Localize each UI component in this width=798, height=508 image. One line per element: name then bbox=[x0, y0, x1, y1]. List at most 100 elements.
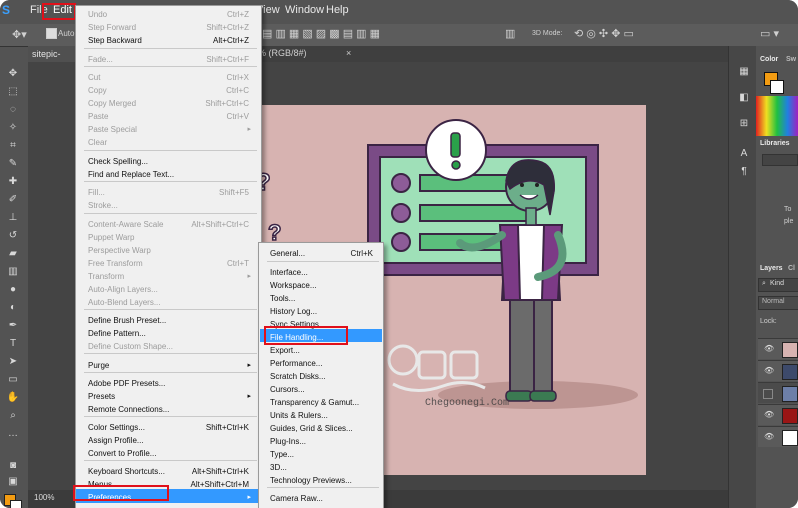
blend-mode-select[interactable]: Normal bbox=[758, 296, 798, 310]
channels-panel-tab[interactable]: Cl bbox=[788, 265, 795, 272]
color-panel-background[interactable] bbox=[770, 80, 784, 94]
move-tool-icon[interactable]: ✥▾ bbox=[12, 28, 27, 41]
gradient-icon[interactable]: ▥ bbox=[6, 266, 20, 278]
layer-row[interactable]: 👁 bbox=[758, 404, 798, 425]
pref-item-history-log[interactable]: History Log... bbox=[270, 305, 379, 318]
3d-controls-icons[interactable]: ⟲ ◎ ✣ ✥ ▭ bbox=[574, 27, 634, 40]
swatches-panel-tab[interactable]: Sw bbox=[786, 56, 796, 63]
layer-visibility-box[interactable] bbox=[763, 389, 773, 399]
menu-item-label: Cut bbox=[88, 73, 101, 82]
crop-icon[interactable]: ⌗ bbox=[6, 140, 20, 152]
eye-icon[interactable]: 👁 bbox=[764, 410, 774, 419]
hand-icon[interactable]: ✋ bbox=[6, 392, 20, 404]
edit-menu-item-assign-profile[interactable]: Assign Profile... bbox=[88, 434, 253, 447]
close-tab-icon[interactable]: × bbox=[346, 48, 351, 58]
pref-item-units-rulers[interactable]: Units & Rulers... bbox=[270, 409, 379, 422]
edit-menu-item-remote-connections[interactable]: Remote Connections... bbox=[88, 403, 253, 416]
pref-item-scratch-disks[interactable]: Scratch Disks... bbox=[270, 370, 379, 383]
layers-panel-tab[interactable]: Layers bbox=[760, 265, 783, 272]
pref-item-camera-raw[interactable]: Camera Raw... bbox=[270, 492, 379, 505]
pref-item-export[interactable]: Export... bbox=[270, 344, 379, 357]
edit-menu-item-adobe-pdf-presets[interactable]: Adobe PDF Presets... bbox=[88, 377, 253, 390]
move-icon[interactable]: ✥ bbox=[6, 68, 20, 80]
menu-item-label: Copy bbox=[88, 86, 107, 95]
edit-menu-item-convert-to-profile[interactable]: Convert to Profile... bbox=[88, 447, 253, 460]
edit-menu-item-keyboard-shortcuts[interactable]: Keyboard Shortcuts... Alt+Shift+Ctrl+K bbox=[88, 465, 253, 478]
dodge-icon[interactable]: ◐ bbox=[6, 302, 20, 314]
menu-separator bbox=[84, 309, 257, 310]
color-panel-tab[interactable]: Color bbox=[760, 56, 778, 63]
history-panel-icon[interactable]: ▦ bbox=[737, 66, 751, 78]
edit-menu-item-define-pattern[interactable]: Define Pattern... bbox=[88, 327, 253, 340]
clone-stamp-icon[interactable]: ⊥ bbox=[6, 212, 20, 224]
libraries-panel-tab[interactable]: Libraries bbox=[760, 140, 790, 147]
eraser-icon[interactable]: ▰ bbox=[6, 248, 20, 260]
menu-separator bbox=[84, 48, 257, 49]
right-panels: Color Sw Libraries To ple Layers Cl ⌕ Ki… bbox=[756, 46, 798, 508]
color-spectrum[interactable] bbox=[756, 96, 798, 136]
pref-item-tools[interactable]: Tools... bbox=[270, 292, 379, 305]
edit-menu-item-check-spelling[interactable]: Check Spelling... bbox=[88, 155, 253, 168]
pref-item-guides-grid-slices[interactable]: Guides, Grid & Slices... bbox=[270, 422, 379, 435]
type-icon[interactable]: T bbox=[6, 338, 20, 350]
eye-icon[interactable]: 👁 bbox=[764, 366, 774, 375]
menu-item-shortcut: Shift+Ctrl+C bbox=[205, 99, 249, 108]
adjustments-panel-icon[interactable]: ◧ bbox=[737, 92, 751, 104]
pref-item-workspace[interactable]: Workspace... bbox=[270, 279, 379, 292]
distribute-icon[interactable]: ▥ bbox=[505, 27, 515, 40]
pref-item-plug-ins[interactable]: Plug-Ins... bbox=[270, 435, 379, 448]
brush-icon[interactable]: ✐ bbox=[6, 194, 20, 206]
layer-row[interactable]: 👁 bbox=[758, 426, 798, 447]
layer-row[interactable]: 👁 bbox=[758, 360, 798, 381]
properties-panel-icon[interactable]: ⊞ bbox=[737, 118, 751, 130]
submenu-arrow-icon: ▸ bbox=[247, 362, 251, 369]
character-panel-icon[interactable]: A bbox=[737, 148, 751, 160]
libraries-dropdown[interactable] bbox=[762, 154, 798, 166]
edit-menu-item-presets[interactable]: Presets ▸ bbox=[88, 390, 253, 403]
auto-select-checkbox[interactable] bbox=[46, 28, 57, 39]
quick-mask-icon[interactable]: ◙ bbox=[6, 460, 20, 472]
layer-row[interactable] bbox=[758, 382, 798, 403]
pref-item-performance[interactable]: Performance... bbox=[270, 357, 379, 370]
menu-item-shortcut: Alt+Shift+Ctrl+M bbox=[190, 480, 249, 489]
document-tab[interactable]: sitepic-new. bbox=[28, 46, 78, 75]
menu-item-label: Remote Connections... bbox=[88, 405, 170, 414]
pref-item-technology-previews[interactable]: Technology Previews... bbox=[270, 474, 379, 487]
pen-icon[interactable]: ✒ bbox=[6, 320, 20, 332]
eyedropper-icon[interactable]: ✎ bbox=[6, 158, 20, 170]
eye-icon[interactable]: 👁 bbox=[764, 432, 774, 441]
pref-item-cursors[interactable]: Cursors... bbox=[270, 383, 379, 396]
marquee-icon[interactable]: ⬚ bbox=[6, 86, 20, 98]
pref-item-type[interactable]: Type... bbox=[270, 448, 379, 461]
magic-wand-icon[interactable]: ✧ bbox=[6, 122, 20, 134]
menu-help[interactable]: Help bbox=[326, 4, 349, 16]
pref-item-transparency-gamut[interactable]: Transparency & Gamut... bbox=[270, 396, 379, 409]
screen-mode-icon[interactable]: ▣ bbox=[6, 476, 20, 488]
edit-menu-item-step-backward[interactable]: Step Backward Alt+Ctrl+Z bbox=[88, 34, 253, 47]
path-selection-icon[interactable]: ➤ bbox=[6, 356, 20, 368]
zoom-icon[interactable]: ⌕ bbox=[6, 410, 20, 422]
paragraph-panel-icon[interactable]: ¶ bbox=[737, 166, 751, 178]
layer-filter[interactable]: ⌕ Kind bbox=[758, 278, 798, 292]
pref-item-general[interactable]: General... Ctrl+K bbox=[270, 247, 379, 260]
rectangle-icon[interactable]: ▭ bbox=[6, 374, 20, 386]
more-tools-icon[interactable]: … bbox=[6, 428, 20, 440]
eye-icon[interactable]: 👁 bbox=[764, 344, 774, 353]
edit-menu-item-color-settings[interactable]: Color Settings... Shift+Ctrl+K bbox=[88, 421, 253, 434]
menu-window[interactable]: Window bbox=[285, 4, 324, 16]
healing-brush-icon[interactable]: ✚ bbox=[6, 176, 20, 188]
background-color-swatch[interactable] bbox=[10, 500, 22, 508]
workspace-icon[interactable]: ▭ ▾ bbox=[760, 27, 779, 40]
pref-item-interface[interactable]: Interface... bbox=[270, 266, 379, 279]
zoom-level[interactable]: 100% bbox=[34, 493, 54, 502]
layer-row[interactable]: 👁 bbox=[758, 338, 798, 359]
pref-item-3d[interactable]: 3D... bbox=[270, 461, 379, 474]
edit-menu-item-purge[interactable]: Purge ▸ bbox=[88, 359, 253, 372]
history-brush-icon[interactable]: ↺ bbox=[6, 230, 20, 242]
align-icons[interactable]: ▤ ▥ ▦ ▧ ▨ ▩ ▤ ▥ ▦ bbox=[262, 27, 380, 40]
edit-menu-dropdown: Undo Ctrl+Z Step Forward Shift+Ctrl+Z Step B… bbox=[75, 5, 262, 508]
blur-icon[interactable]: ● bbox=[6, 284, 20, 296]
edit-menu-item-define-brush-preset[interactable]: Define Brush Preset... bbox=[88, 314, 253, 327]
lasso-icon[interactable]: ◌ bbox=[6, 104, 20, 116]
edit-menu-item-find-and-replace-text[interactable]: Find and Replace Text... bbox=[88, 168, 253, 181]
